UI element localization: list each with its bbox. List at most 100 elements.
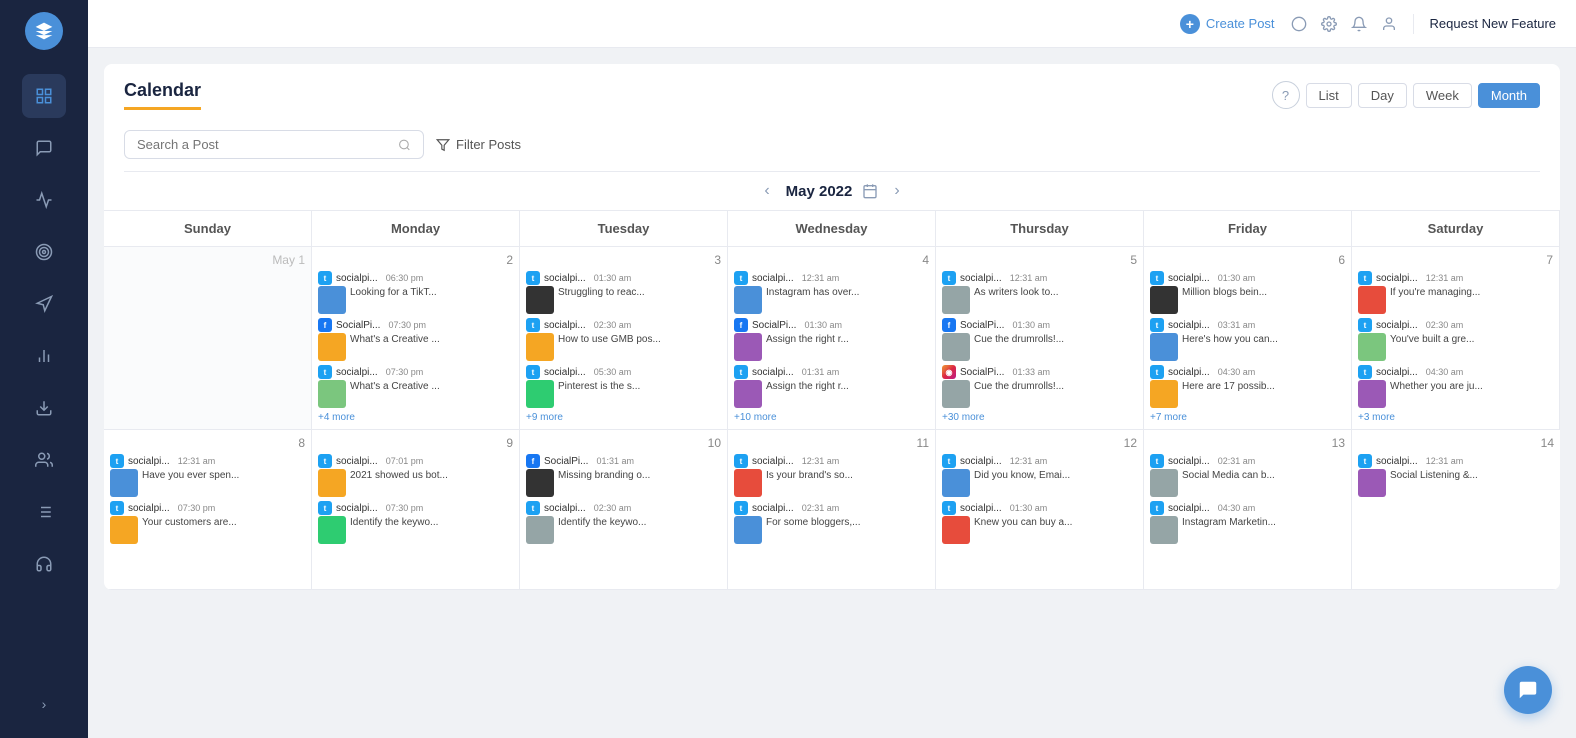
post-group: t socialpi... 01:30 am Million blogs bei… xyxy=(1150,271,1345,314)
post-thumbnail xyxy=(734,333,762,361)
post-thumb[interactable]: Knew you can buy a... xyxy=(942,516,1137,544)
user-icon[interactable] xyxy=(1381,16,1397,32)
post-thumb[interactable]: Social Listening &... xyxy=(1358,469,1554,497)
post-thumbnail xyxy=(734,380,762,408)
more-posts-link-6[interactable]: +7 more xyxy=(1150,412,1345,423)
post-thumb[interactable]: Missing branding o... xyxy=(526,469,721,497)
twitter-icon: t xyxy=(318,365,332,379)
sidebar-item-target[interactable] xyxy=(22,230,66,274)
post-thumb[interactable]: How to use GMB pos... xyxy=(526,333,721,361)
sidebar-item-list[interactable] xyxy=(22,490,66,534)
post-thumb[interactable]: Cue the drumrolls!... xyxy=(942,333,1137,361)
search-box[interactable] xyxy=(124,130,424,159)
cal-cell-4: 4 t socialpi... 12:31 am Instagram has o… xyxy=(728,247,936,430)
post-text: What's a Creative ... xyxy=(350,333,440,346)
notification-icon[interactable] xyxy=(1351,16,1367,32)
more-posts-link-2[interactable]: +4 more xyxy=(318,412,513,423)
sidebar-item-team[interactable] xyxy=(22,438,66,482)
post-thumb[interactable]: Here are 17 possib... xyxy=(1150,380,1345,408)
post-thumb[interactable]: As writers look to... xyxy=(942,286,1137,314)
post-thumb[interactable]: Instagram has over... xyxy=(734,286,929,314)
request-feature-button[interactable]: Request New Feature xyxy=(1430,16,1556,31)
sidebar-item-download[interactable] xyxy=(22,386,66,430)
post-thumb[interactable]: If you're managing... xyxy=(1358,286,1553,314)
view-week-button[interactable]: Week xyxy=(1413,83,1472,108)
twitter-icon: t xyxy=(1358,271,1372,285)
view-list-button[interactable]: List xyxy=(1306,83,1352,108)
post-thumb[interactable]: For some bloggers,... xyxy=(734,516,929,544)
post-thumb[interactable]: You've built a gre... xyxy=(1358,333,1553,361)
post-thumb[interactable]: 2021 showed us bot... xyxy=(318,469,513,497)
more-posts-link-4[interactable]: +10 more xyxy=(734,412,929,423)
calendar-icon[interactable] xyxy=(862,183,878,199)
post-group: t socialpi... 12:31 am Instagram has ove… xyxy=(734,271,929,314)
post-thumb[interactable]: What's a Creative ... xyxy=(318,380,513,408)
post-thumb[interactable]: Identify the keywo... xyxy=(318,516,513,544)
post-thumb[interactable]: Looking for a TikT... xyxy=(318,286,513,314)
post-thumb[interactable]: Here's how you can... xyxy=(1150,333,1345,361)
post-text: Did you know, Emai... xyxy=(974,469,1070,482)
post-header: t socialpi... 01:30 am xyxy=(526,271,721,285)
day-num-3: 3 xyxy=(526,253,721,267)
help-button[interactable]: ? xyxy=(1272,81,1300,109)
more-posts-link-7[interactable]: +3 more xyxy=(1358,412,1553,423)
sidebar-item-reports[interactable] xyxy=(22,334,66,378)
post-thumb[interactable]: Million blogs bein... xyxy=(1150,286,1345,314)
post-text: Million blogs bein... xyxy=(1182,286,1267,299)
sidebar-item-inbox[interactable] xyxy=(22,126,66,170)
post-thumb[interactable]: Pinterest is the s... xyxy=(526,380,721,408)
post-group: t socialpi... 04:30 am Here are 17 possi… xyxy=(1150,365,1345,408)
post-thumb[interactable]: Your customers are... xyxy=(110,516,305,544)
calendar-title-row: Calendar ? List Day Week Month xyxy=(124,80,1540,110)
post-time: 01:30 am xyxy=(1012,320,1050,330)
post-thumb[interactable]: Struggling to reac... xyxy=(526,286,721,314)
post-thumb[interactable]: What's a Creative ... xyxy=(318,333,513,361)
filter-posts-button[interactable]: Filter Posts xyxy=(436,137,521,152)
search-icon xyxy=(398,138,411,152)
post-time: 06:30 pm xyxy=(386,273,424,283)
search-input[interactable] xyxy=(137,137,390,152)
post-group: t socialpi... 06:30 pm Looking for a Tik… xyxy=(318,271,513,314)
cal-cell-may1: May 1 xyxy=(104,247,312,430)
sidebar-expand-button[interactable]: › xyxy=(22,682,66,726)
twitter-icon: t xyxy=(734,454,748,468)
post-thumb[interactable]: Instagram Marketin... xyxy=(1150,516,1345,544)
post-text: Is your brand's so... xyxy=(766,469,853,482)
post-name: SocialPi... xyxy=(752,320,796,331)
more-posts-link-5[interactable]: +30 more xyxy=(942,412,1137,423)
sidebar-item-campaigns[interactable] xyxy=(22,282,66,326)
more-posts-link-3[interactable]: +9 more xyxy=(526,412,721,423)
day-num-9: 9 xyxy=(318,436,513,450)
post-thumbnail xyxy=(318,333,346,361)
filter-label: Filter Posts xyxy=(456,137,521,152)
twitter-icon: t xyxy=(1150,318,1164,332)
twitter-icon: t xyxy=(526,271,540,285)
create-post-button[interactable]: + Create Post xyxy=(1180,14,1275,34)
day-num-2: 2 xyxy=(318,253,513,267)
post-thumb[interactable]: Have you ever spen... xyxy=(110,469,305,497)
filter-icon xyxy=(436,138,450,152)
post-group: t socialpi... 02:31 am For some bloggers… xyxy=(734,501,929,544)
post-thumb[interactable]: Is your brand's so... xyxy=(734,469,929,497)
post-thumb[interactable]: Assign the right r... xyxy=(734,333,929,361)
settings-icon[interactable] xyxy=(1321,16,1337,32)
sidebar-item-analytics[interactable] xyxy=(22,178,66,222)
post-thumb[interactable]: Whether you are ju... xyxy=(1358,380,1553,408)
view-month-button[interactable]: Month xyxy=(1478,83,1540,108)
next-month-button[interactable]: › xyxy=(888,180,905,202)
post-thumb[interactable]: Identify the keywo... xyxy=(526,516,721,544)
post-thumb[interactable]: Did you know, Emai... xyxy=(942,469,1137,497)
view-day-button[interactable]: Day xyxy=(1358,83,1407,108)
twitter-icon: t xyxy=(110,501,124,515)
sidebar-item-dashboard[interactable] xyxy=(22,74,66,118)
circle-icon[interactable] xyxy=(1291,16,1307,32)
post-thumb[interactable]: Assign the right r... xyxy=(734,380,929,408)
sidebar-logo[interactable] xyxy=(25,12,63,50)
sidebar-item-support[interactable] xyxy=(22,542,66,586)
twitter-icon: t xyxy=(942,501,956,515)
post-thumb[interactable]: Cue the drumrolls!... xyxy=(942,380,1137,408)
post-thumb[interactable]: Social Media can b... xyxy=(1150,469,1345,497)
prev-month-button[interactable]: ‹ xyxy=(758,180,775,202)
chat-button[interactable] xyxy=(1504,666,1552,714)
twitter-icon: t xyxy=(1150,365,1164,379)
